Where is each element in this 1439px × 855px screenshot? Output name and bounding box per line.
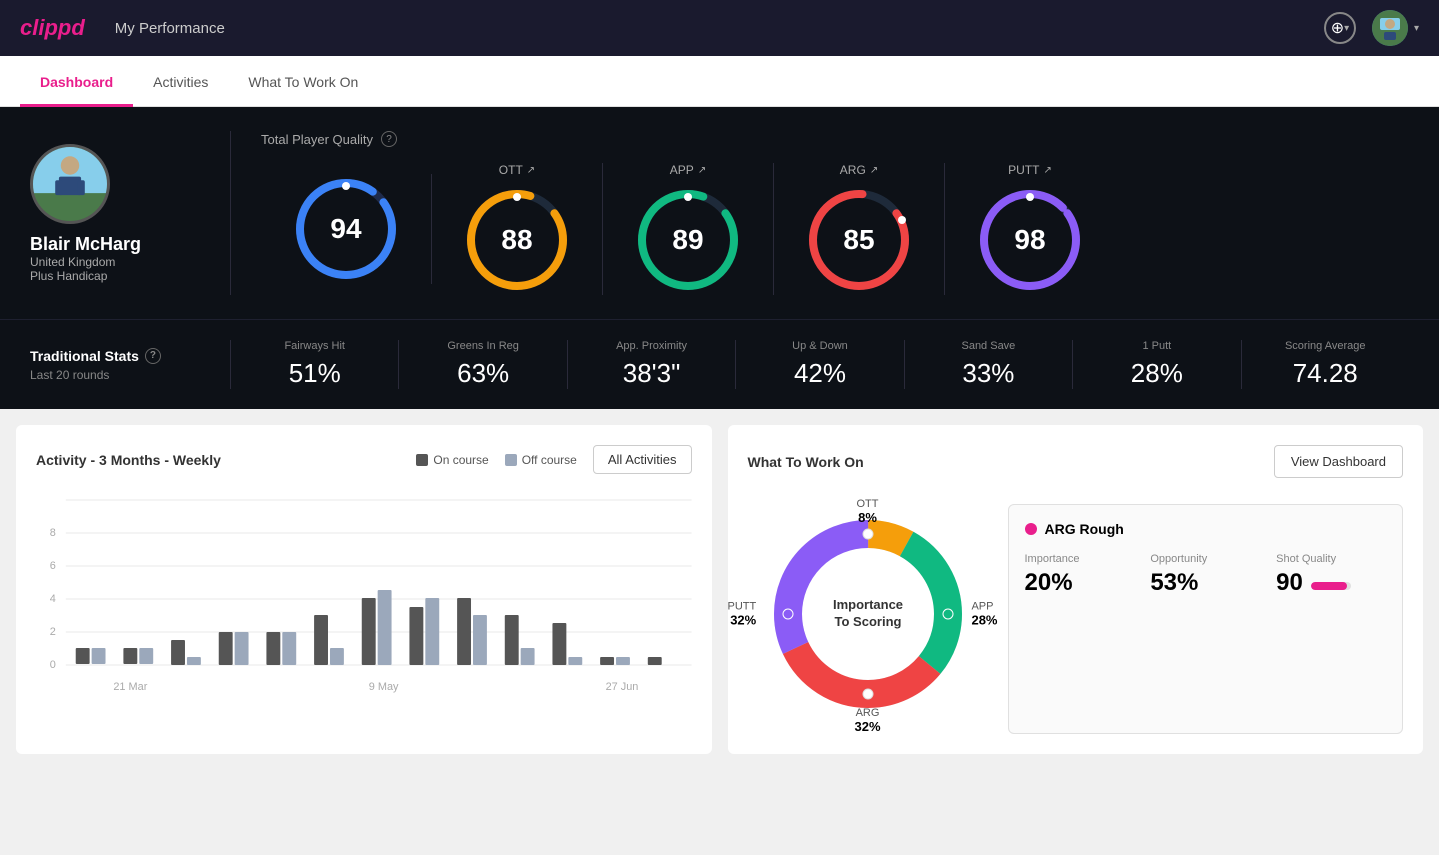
- player-handicap: Plus Handicap: [30, 269, 141, 283]
- trad-stat-proximity: App. Proximity 38'3": [567, 340, 735, 389]
- legend-off-course: Off course: [505, 453, 577, 467]
- gauge-total-value: 94: [330, 213, 361, 245]
- donut-label-ott: OTT 8%: [857, 498, 879, 525]
- app-trend-icon: ↗: [698, 165, 706, 176]
- detail-importance: Importance 20%: [1025, 553, 1135, 597]
- gauge-ott: OTT ↗ 88: [432, 163, 603, 295]
- gauge-arg-label: ARG: [840, 163, 866, 177]
- ott-trend-icon: ↗: [527, 165, 535, 176]
- quality-help-icon[interactable]: ?: [381, 131, 397, 147]
- tab-activities[interactable]: Activities: [133, 56, 228, 107]
- quality-title: Total Player Quality: [261, 132, 373, 147]
- player-avatar: [30, 144, 110, 224]
- svg-text:6: 6: [50, 560, 56, 572]
- gauge-app: APP ↗ 89: [603, 163, 774, 295]
- traditional-stats: Traditional Stats ? Last 20 rounds Fairw…: [0, 319, 1439, 409]
- tab-dashboard[interactable]: Dashboard: [20, 56, 133, 107]
- view-dashboard-button[interactable]: View Dashboard: [1274, 445, 1403, 478]
- donut-label-app: APP 28%: [971, 601, 997, 628]
- bottom-section: Activity - 3 Months - Weekly On course O…: [0, 409, 1439, 770]
- add-button[interactable]: ⊕ ▾: [1324, 12, 1356, 44]
- svg-text:4: 4: [50, 593, 56, 605]
- trad-stat-fairways: Fairways Hit 51%: [230, 340, 398, 389]
- donut-label-arg: ARG 32%: [854, 707, 880, 734]
- gauge-putt: PUTT ↗ 98: [945, 163, 1115, 295]
- gauge-ott-value: 88: [501, 224, 532, 256]
- putt-trend-icon: ↗: [1043, 165, 1051, 176]
- gauge-putt-label: PUTT: [1008, 163, 1039, 177]
- gauge-arg-value: 85: [843, 224, 874, 256]
- header-title: My Performance: [115, 20, 1324, 37]
- donut-label-putt: PUTT 32%: [728, 601, 757, 628]
- player-info: Blair McHarg United Kingdom Plus Handica…: [30, 144, 230, 283]
- detail-opportunity: Opportunity 53%: [1150, 553, 1260, 597]
- trad-stat-greens: Greens In Reg 63%: [398, 340, 566, 389]
- detail-shot-quality: Shot Quality 90: [1276, 553, 1386, 597]
- user-chevron-icon: ▾: [1414, 23, 1419, 34]
- work-on-inner: Importance To Scoring OTT 8% APP: [748, 494, 1404, 734]
- gauge-app-label: APP: [670, 163, 694, 177]
- svg-text:Importance: Importance: [832, 597, 902, 612]
- detail-dot: [1025, 523, 1037, 535]
- trad-stat-scoring: Scoring Average 74.28: [1241, 340, 1409, 389]
- svg-text:2: 2: [50, 626, 56, 638]
- svg-text:0: 0: [50, 659, 56, 671]
- plus-circle-icon: ⊕: [1331, 18, 1344, 38]
- chart-legend: On course Off course All Activities: [416, 445, 691, 474]
- detail-metrics: Importance 20% Opportunity 53% Shot Qual…: [1025, 553, 1387, 597]
- gauge-ott-label: OTT: [499, 163, 523, 177]
- gauge-arg: ARG ↗ 85: [774, 163, 945, 295]
- svg-text:8: 8: [50, 527, 56, 539]
- player-name: Blair McHarg: [30, 234, 141, 255]
- detail-name: ARG Rough: [1045, 521, 1124, 537]
- logo: clippd: [20, 15, 85, 41]
- gauge-putt-value: 98: [1014, 224, 1045, 256]
- trad-stat-updown: Up & Down 42%: [735, 340, 903, 389]
- trad-stats-subtitle: Last 20 rounds: [30, 368, 230, 382]
- header-actions: ⊕ ▾ ▾: [1324, 10, 1419, 46]
- trad-stats-help-icon[interactable]: ?: [145, 348, 161, 364]
- svg-text:To Scoring: To Scoring: [834, 614, 901, 629]
- chart-area: 0 2 4 6 8: [36, 490, 692, 710]
- work-on-card: What To Work On View Dashboard: [728, 425, 1424, 754]
- trad-stat-sandsave: Sand Save 33%: [904, 340, 1072, 389]
- user-avatar-container[interactable]: ▾: [1372, 10, 1419, 46]
- legend-on-course: On course: [416, 453, 488, 467]
- tab-what-to-work-on[interactable]: What To Work On: [228, 56, 378, 107]
- nav-tabs: Dashboard Activities What To Work On: [0, 56, 1439, 107]
- trad-stat-oneputt: 1 Putt 28%: [1072, 340, 1240, 389]
- all-activities-button[interactable]: All Activities: [593, 445, 692, 474]
- shot-quality-bar: [1311, 582, 1351, 590]
- work-on-detail: ARG Rough Importance 20% Opportunity 53%…: [1008, 504, 1404, 734]
- activity-chart-title: Activity - 3 Months - Weekly: [36, 452, 221, 468]
- gauge-total: 94: [261, 174, 432, 284]
- work-on-title: What To Work On: [748, 454, 864, 470]
- stats-banner: Blair McHarg United Kingdom Plus Handica…: [0, 107, 1439, 319]
- quality-section: Total Player Quality ? 94: [230, 131, 1409, 295]
- activity-card: Activity - 3 Months - Weekly On course O…: [16, 425, 712, 754]
- donut-chart: Importance To Scoring OTT 8% APP: [748, 494, 988, 734]
- svg-text:27 Jun: 27 Jun: [606, 681, 639, 693]
- svg-text:21 Mar: 21 Mar: [113, 681, 147, 693]
- header: clippd My Performance ⊕ ▾ ▾: [0, 0, 1439, 56]
- avatar: [1372, 10, 1408, 46]
- add-chevron-icon: ▾: [1344, 23, 1349, 34]
- trad-stats-title: Traditional Stats: [30, 348, 139, 364]
- player-country: United Kingdom: [30, 255, 141, 269]
- arg-trend-icon: ↗: [870, 165, 878, 176]
- gauges-row: 94 OTT ↗ 88: [261, 163, 1409, 295]
- svg-text:9 May: 9 May: [369, 681, 399, 693]
- gauge-app-value: 89: [672, 224, 703, 256]
